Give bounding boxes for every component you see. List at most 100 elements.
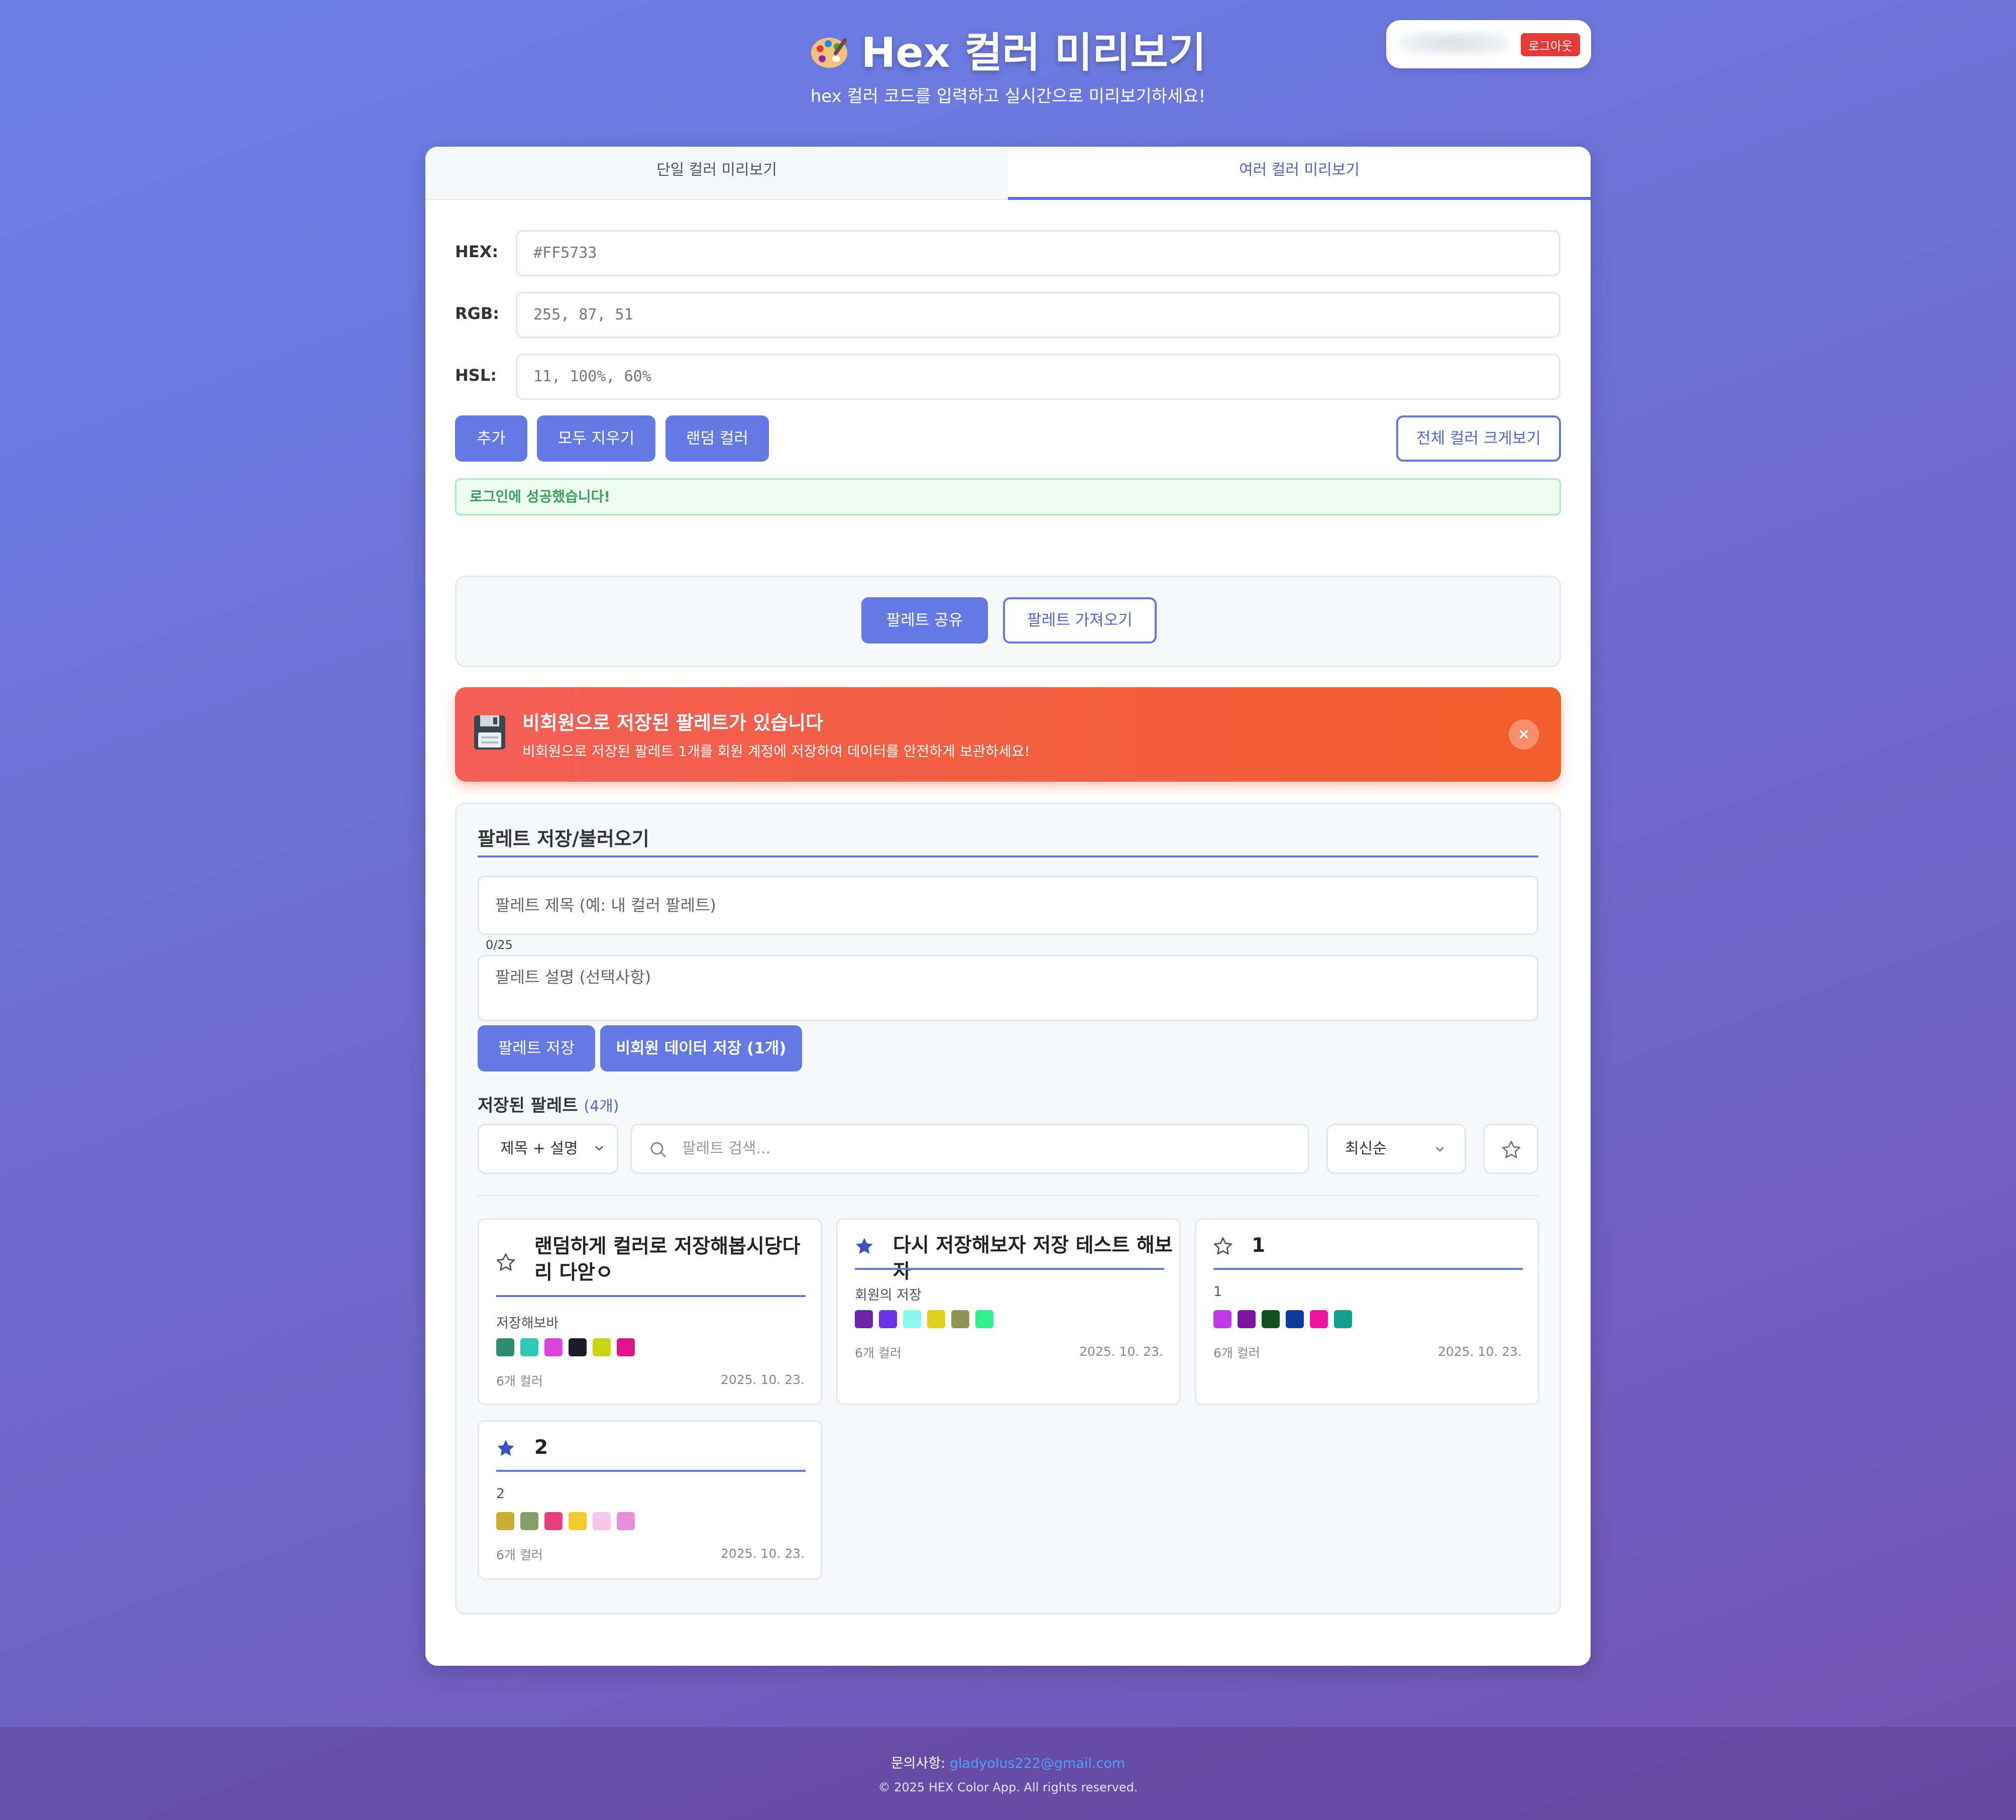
- user-name-blurred: [1398, 31, 1509, 55]
- page-title: Hex 컬러 미리보기: [0, 19, 2016, 79]
- color-swatch[interactable]: [520, 1338, 538, 1356]
- footer: 문의사항: gladyolus222@gmail.com © 2025 HEX …: [0, 1727, 2016, 1820]
- color-swatch[interactable]: [951, 1310, 969, 1328]
- main-card: 단일 컬러 미리보기 여러 컬러 미리보기 HEX: #FF5733 RGB: …: [425, 147, 1591, 1666]
- tab-multi-color[interactable]: 여러 컬러 미리보기: [1008, 147, 1591, 200]
- palette-title-input[interactable]: 팔레트 제목 (예: 내 컬러 팔레트): [478, 876, 1538, 935]
- footer-email-link[interactable]: gladyolus222@gmail.com: [950, 1756, 1125, 1771]
- import-palette-button[interactable]: 팔레트 가져오기: [1003, 597, 1157, 644]
- palette-title: 1: [1252, 1234, 1266, 1257]
- star-filled-icon[interactable]: [854, 1236, 875, 1257]
- palette-search-input[interactable]: 팔레트 검색...: [630, 1124, 1309, 1174]
- palette-date: 2025. 10. 23.: [721, 1372, 805, 1387]
- view-all-colors-button[interactable]: 전체 컬러 크게보기: [1396, 415, 1561, 462]
- color-swatch[interactable]: [569, 1512, 587, 1530]
- palette-description-textarea[interactable]: 팔레트 설명 (선택사항): [478, 955, 1538, 1021]
- chevron-down-icon: [1436, 1147, 1444, 1152]
- hsl-input[interactable]: 11, 100%, 60%: [516, 354, 1560, 400]
- color-swatch[interactable]: [879, 1310, 897, 1328]
- star-outline-icon[interactable]: [1212, 1236, 1234, 1257]
- rgb-label: RGB:: [455, 304, 500, 323]
- saved-palettes-label: 저장된 팔레트: [478, 1096, 578, 1116]
- palette-color-count: 6개 컬러: [496, 1548, 543, 1562]
- page-subtitle: hex 컬러 코드를 입력하고 실시간으로 미리보기하세요!: [810, 86, 1206, 106]
- palette-title-underline: [496, 1295, 806, 1297]
- palette-date: 2025. 10. 23.: [721, 1546, 805, 1561]
- favorites-filter-button[interactable]: [1483, 1124, 1538, 1174]
- save-palette-button[interactable]: 팔레트 저장: [478, 1025, 595, 1072]
- color-swatch[interactable]: [927, 1310, 945, 1328]
- palette-save-section: 팔레트 저장/불러오기 팔레트 제목 (예: 내 컬러 팔레트) 0/25 팔레…: [455, 803, 1561, 1615]
- color-swatch[interactable]: [617, 1512, 635, 1530]
- palette-card[interactable]: 랜덤하게 컬러로 저장해봅시당다리 다앋ㅇ 저장해보바 6개 컬러 2025. …: [478, 1218, 822, 1405]
- rgb-input[interactable]: 255, 87, 51: [516, 292, 1560, 338]
- hsl-label: HSL:: [455, 366, 497, 385]
- star-filled-icon[interactable]: [495, 1438, 516, 1459]
- color-swatch[interactable]: [496, 1338, 514, 1356]
- color-swatch[interactable]: [1213, 1310, 1231, 1328]
- search-field-select[interactable]: 제목 + 설명: [478, 1124, 618, 1174]
- palette-color-count: 6개 컬러: [855, 1346, 902, 1360]
- color-swatch[interactable]: [1310, 1310, 1328, 1328]
- color-swatch[interactable]: [496, 1512, 514, 1530]
- color-swatch[interactable]: [855, 1310, 873, 1328]
- color-swatch[interactable]: [1238, 1310, 1256, 1328]
- palette-swatches: [496, 1338, 641, 1358]
- color-swatch[interactable]: [569, 1338, 587, 1356]
- share-palette-button[interactable]: 팔레트 공유: [861, 597, 988, 644]
- palette-description: 1: [1213, 1284, 1222, 1300]
- save-section-title: 팔레트 저장/불러오기: [478, 828, 649, 850]
- color-swatch[interactable]: [1334, 1310, 1352, 1328]
- list-divider: [478, 1195, 1538, 1196]
- close-icon[interactable]: ×: [1509, 719, 1539, 750]
- sort-select[interactable]: 최신순: [1326, 1124, 1466, 1174]
- save-section-divider: [478, 855, 1538, 858]
- search-icon: [650, 1142, 666, 1158]
- hex-label: HEX:: [455, 242, 499, 261]
- palette-description: 2: [496, 1486, 505, 1502]
- palette-card[interactable]: 1 1 6개 컬러 2025. 10. 23.: [1195, 1218, 1539, 1405]
- page-title-text: Hex 컬러 미리보기: [861, 29, 1206, 77]
- logout-button[interactable]: 로그아웃: [1521, 33, 1580, 56]
- clear-all-button[interactable]: 모두 지우기: [537, 415, 655, 462]
- footer-copyright: © 2025 HEX Color App. All rights reserve…: [878, 1780, 1138, 1794]
- guest-data-save-button[interactable]: 비회원 데이터 저장 (1개): [600, 1025, 802, 1072]
- saved-palettes-heading: 저장된 팔레트 (4개): [478, 1092, 619, 1116]
- add-button[interactable]: 추가: [455, 415, 527, 462]
- palette-color-count: 6개 컬러: [496, 1374, 543, 1388]
- color-swatch[interactable]: [520, 1512, 538, 1530]
- search-placeholder: 팔레트 검색...: [682, 1140, 771, 1157]
- tab-single-color[interactable]: 단일 컬러 미리보기: [425, 147, 1008, 200]
- color-swatch[interactable]: [975, 1310, 993, 1328]
- palette-title: 다시 저장해보자 저장 테스트 해보자: [893, 1234, 1173, 1283]
- title-char-counter: 0/25: [486, 938, 513, 952]
- hex-input[interactable]: #FF5733: [516, 230, 1560, 276]
- color-swatch[interactable]: [1286, 1310, 1304, 1328]
- guest-banner: 비회원으로 저장된 팔레트가 있습니다 비회원으로 저장된 팔레트 1개를 회원…: [455, 687, 1561, 782]
- color-swatch[interactable]: [593, 1512, 611, 1530]
- guest-banner-text: 비회원으로 저장된 팔레트 1개를 회원 계정에 저장하여 데이터를 안전하게 …: [522, 743, 1030, 760]
- tab-bar: 단일 컬러 미리보기 여러 컬러 미리보기: [425, 147, 1591, 200]
- star-outline-icon[interactable]: [495, 1252, 516, 1273]
- palette-description: 회원의 저장: [855, 1288, 922, 1303]
- sort-select-value: 최신순: [1345, 1140, 1387, 1157]
- search-field-select-value: 제목 + 설명: [500, 1140, 578, 1157]
- random-color-button[interactable]: 랜덤 컬러: [665, 415, 769, 462]
- color-swatch[interactable]: [903, 1310, 921, 1328]
- palette-card[interactable]: 다시 저장해보자 저장 테스트 해보자 회원의 저장 6개 컬러 2025. 1…: [836, 1218, 1181, 1405]
- color-swatch[interactable]: [593, 1338, 611, 1356]
- palette-color-count: 6개 컬러: [1213, 1346, 1260, 1360]
- palette-swatches: [855, 1310, 999, 1330]
- palette-title-underline: [855, 1268, 1164, 1270]
- palette-title: 2: [534, 1436, 548, 1459]
- guest-banner-title: 비회원으로 저장된 팔레트가 있습니다: [522, 712, 824, 734]
- palette-title: 랜덤하게 컬러로 저장해봅시당다리 다앋ㅇ: [534, 1235, 801, 1284]
- palette-date: 2025. 10. 23.: [1079, 1344, 1163, 1359]
- footer-contact: 문의사항: gladyolus222@gmail.com: [0, 1752, 2016, 1772]
- palette-card[interactable]: 2 2 6개 컬러 2025. 10. 23.: [478, 1420, 822, 1580]
- color-swatch[interactable]: [544, 1512, 563, 1530]
- color-swatch[interactable]: [1262, 1310, 1280, 1328]
- color-swatch[interactable]: [617, 1338, 635, 1356]
- palette-title-underline: [1213, 1268, 1523, 1270]
- color-swatch[interactable]: [544, 1338, 563, 1356]
